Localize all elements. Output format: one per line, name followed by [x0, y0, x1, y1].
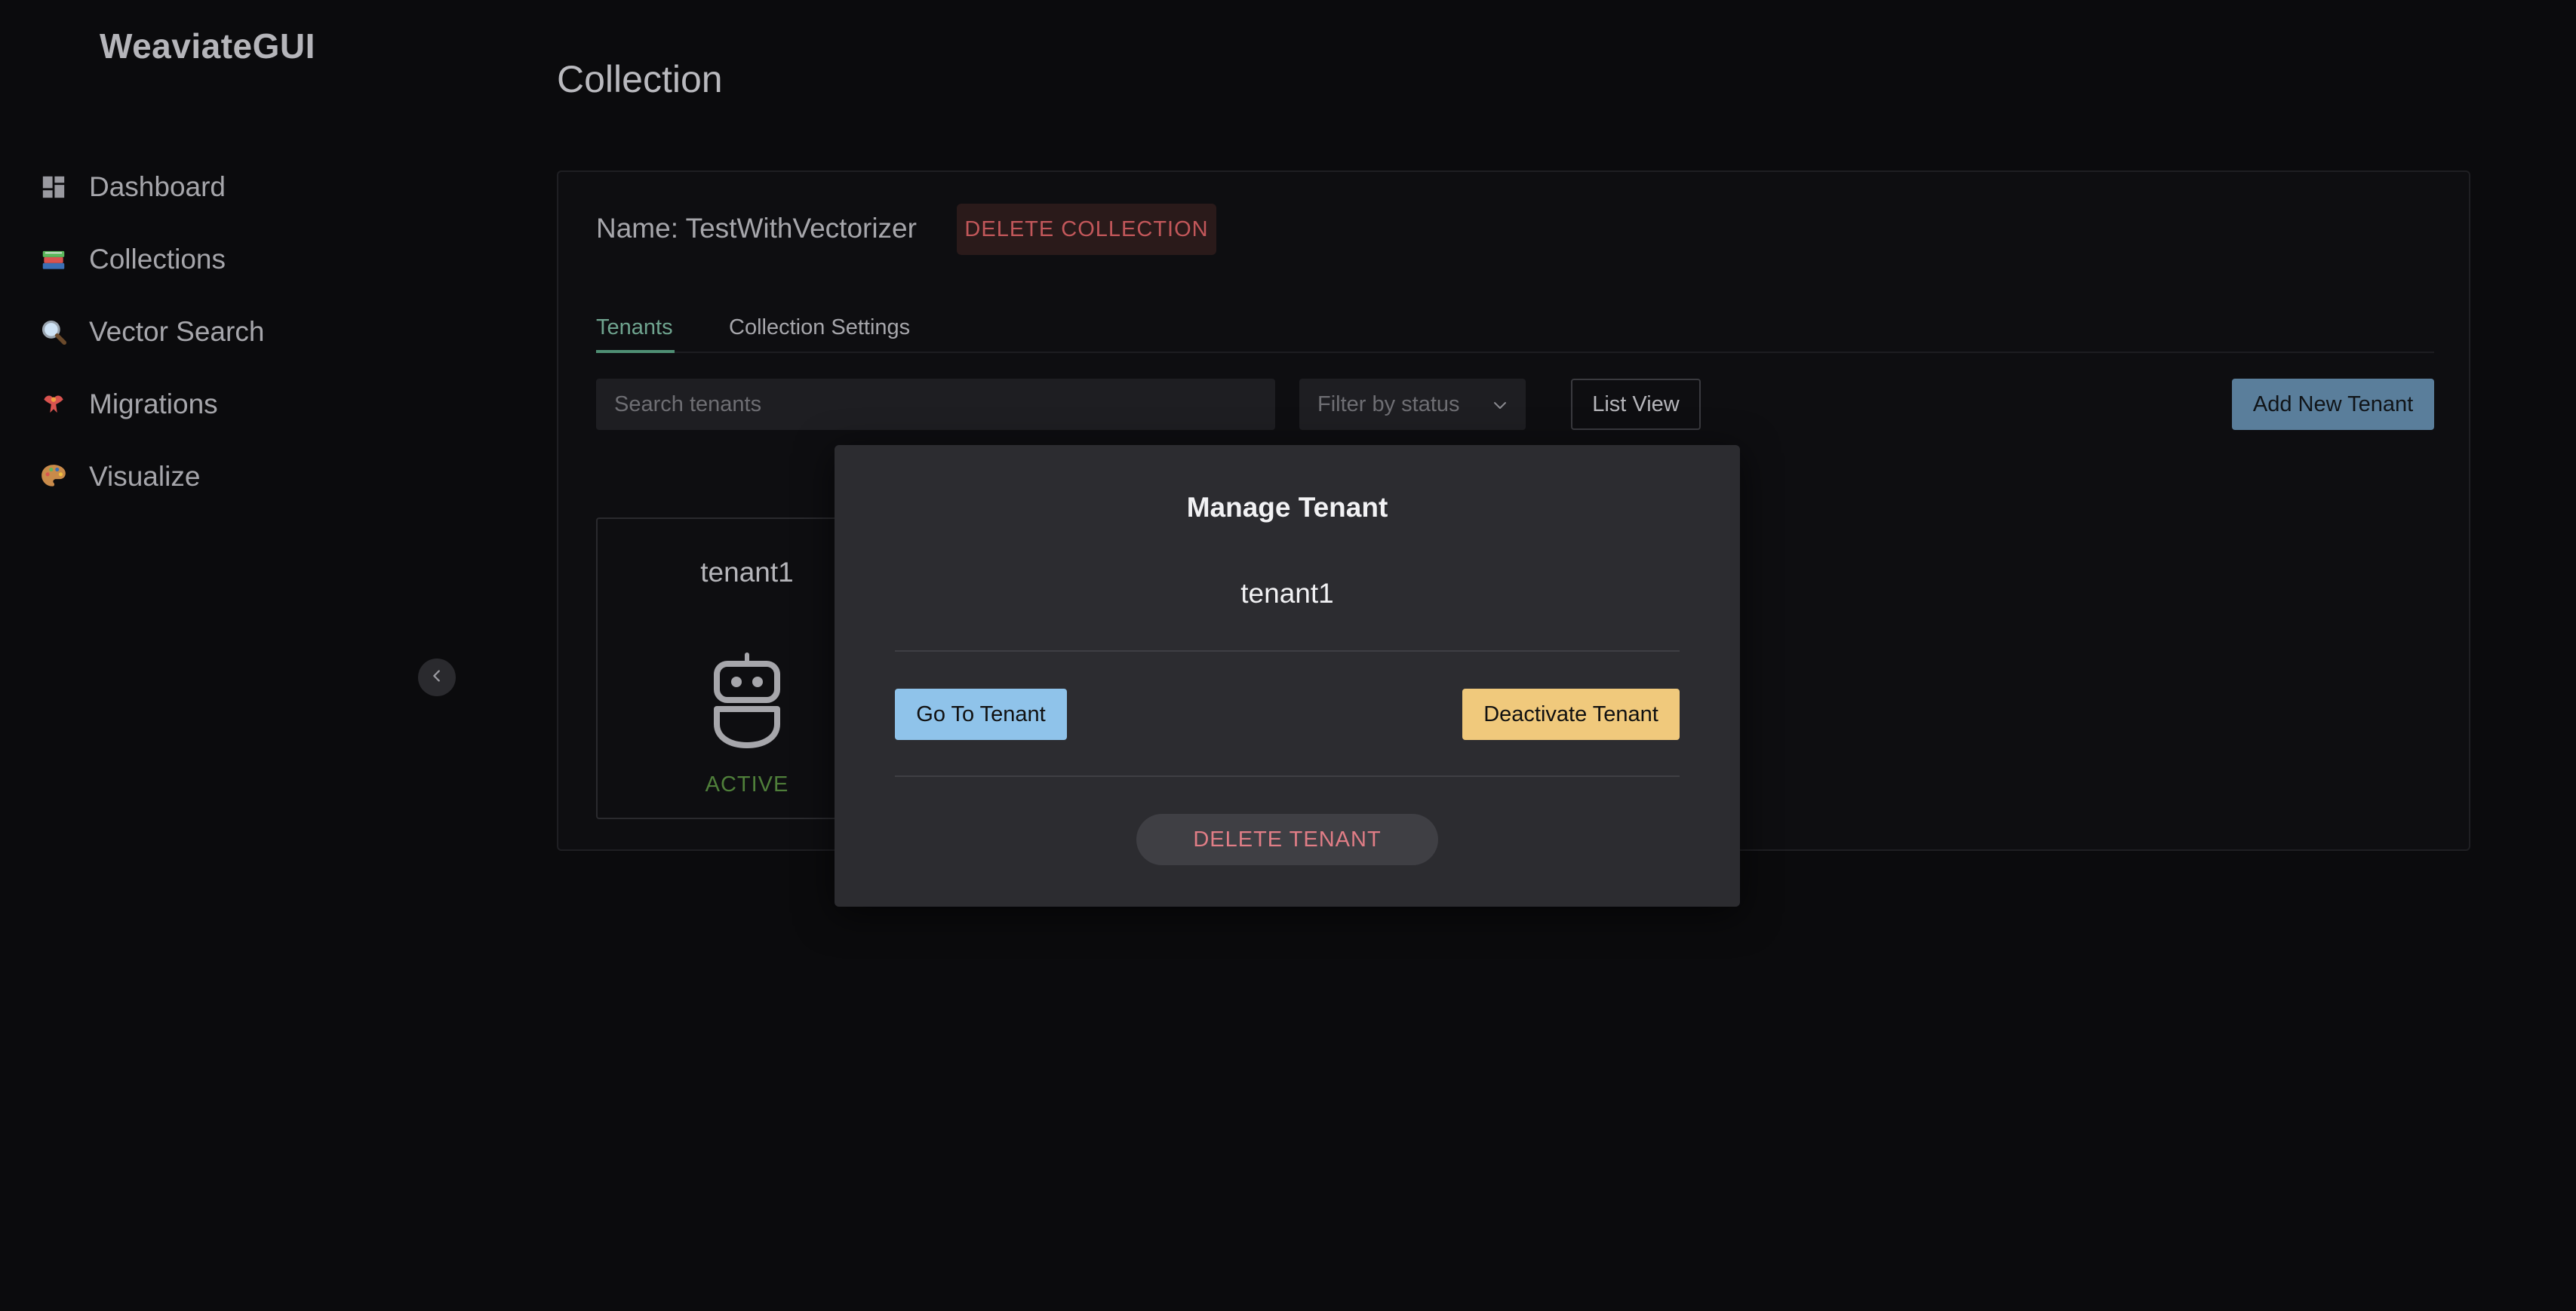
add-new-tenant-button[interactable]: Add New Tenant	[2232, 379, 2434, 430]
dashboard-icon	[38, 171, 69, 203]
tab-tenants[interactable]: Tenants	[596, 315, 675, 353]
robot-icon	[711, 652, 783, 754]
sidebar-item-label: Vector Search	[89, 316, 265, 347]
sidebar-item-visualize[interactable]: Visualize	[38, 441, 264, 513]
sidebar-collapse-button[interactable]	[418, 659, 456, 696]
modal-title: Manage Tenant	[1186, 492, 1388, 523]
collection-name: Name: TestWithVectorizer	[596, 213, 917, 244]
magnifier-icon	[38, 316, 69, 348]
sidebar-item-collections[interactable]: Collections	[38, 223, 264, 296]
sidebar-item-label: Collections	[89, 244, 226, 275]
sidebar-item-label: Migrations	[89, 388, 218, 419]
palette-icon	[38, 461, 69, 493]
sidebar-item-migrations[interactable]: Migrations	[38, 368, 264, 441]
books-icon	[38, 244, 69, 275]
filter-placeholder: Filter by status	[1317, 391, 1460, 416]
delete-tenant-button[interactable]: DELETE TENANT	[1136, 814, 1438, 865]
chevron-left-icon	[429, 668, 445, 688]
sidebar-item-label: Dashboard	[89, 171, 226, 202]
sidebar-nav: Dashboard Collections Vector Search Migr…	[38, 151, 264, 513]
app-brand: WeaviateGUI	[100, 26, 315, 66]
deactivate-tenant-button[interactable]: Deactivate Tenant	[1462, 689, 1680, 740]
bird-icon	[38, 388, 69, 420]
sidebar-item-vector-search[interactable]: Vector Search	[38, 296, 264, 368]
list-view-button[interactable]: List View	[1571, 379, 1701, 430]
collection-tabs: Tenants Collection Settings	[596, 315, 2434, 353]
search-input[interactable]	[596, 379, 1275, 430]
go-to-tenant-button[interactable]: Go To Tenant	[895, 689, 1067, 740]
manage-tenant-modal: Manage Tenant tenant1 Go To Tenant Deact…	[835, 445, 1740, 907]
sidebar: WeaviateGUI Dashboard Collections Vector…	[0, 0, 483, 1311]
modal-tenant-name: tenant1	[1240, 578, 1334, 609]
chevron-down-icon	[1491, 395, 1509, 420]
tab-collection-settings[interactable]: Collection Settings	[729, 315, 910, 353]
status-filter-select[interactable]: Filter by status	[1299, 379, 1526, 430]
sidebar-item-dashboard[interactable]: Dashboard	[38, 151, 264, 223]
sidebar-item-label: Visualize	[89, 461, 201, 492]
modal-divider	[895, 775, 1680, 777]
page-title: Collection	[557, 58, 723, 100]
app-root: WeaviateGUI Dashboard Collections Vector…	[0, 0, 2576, 1311]
delete-collection-button[interactable]: DELETE COLLECTION	[957, 204, 1216, 255]
modal-divider	[895, 650, 1680, 652]
